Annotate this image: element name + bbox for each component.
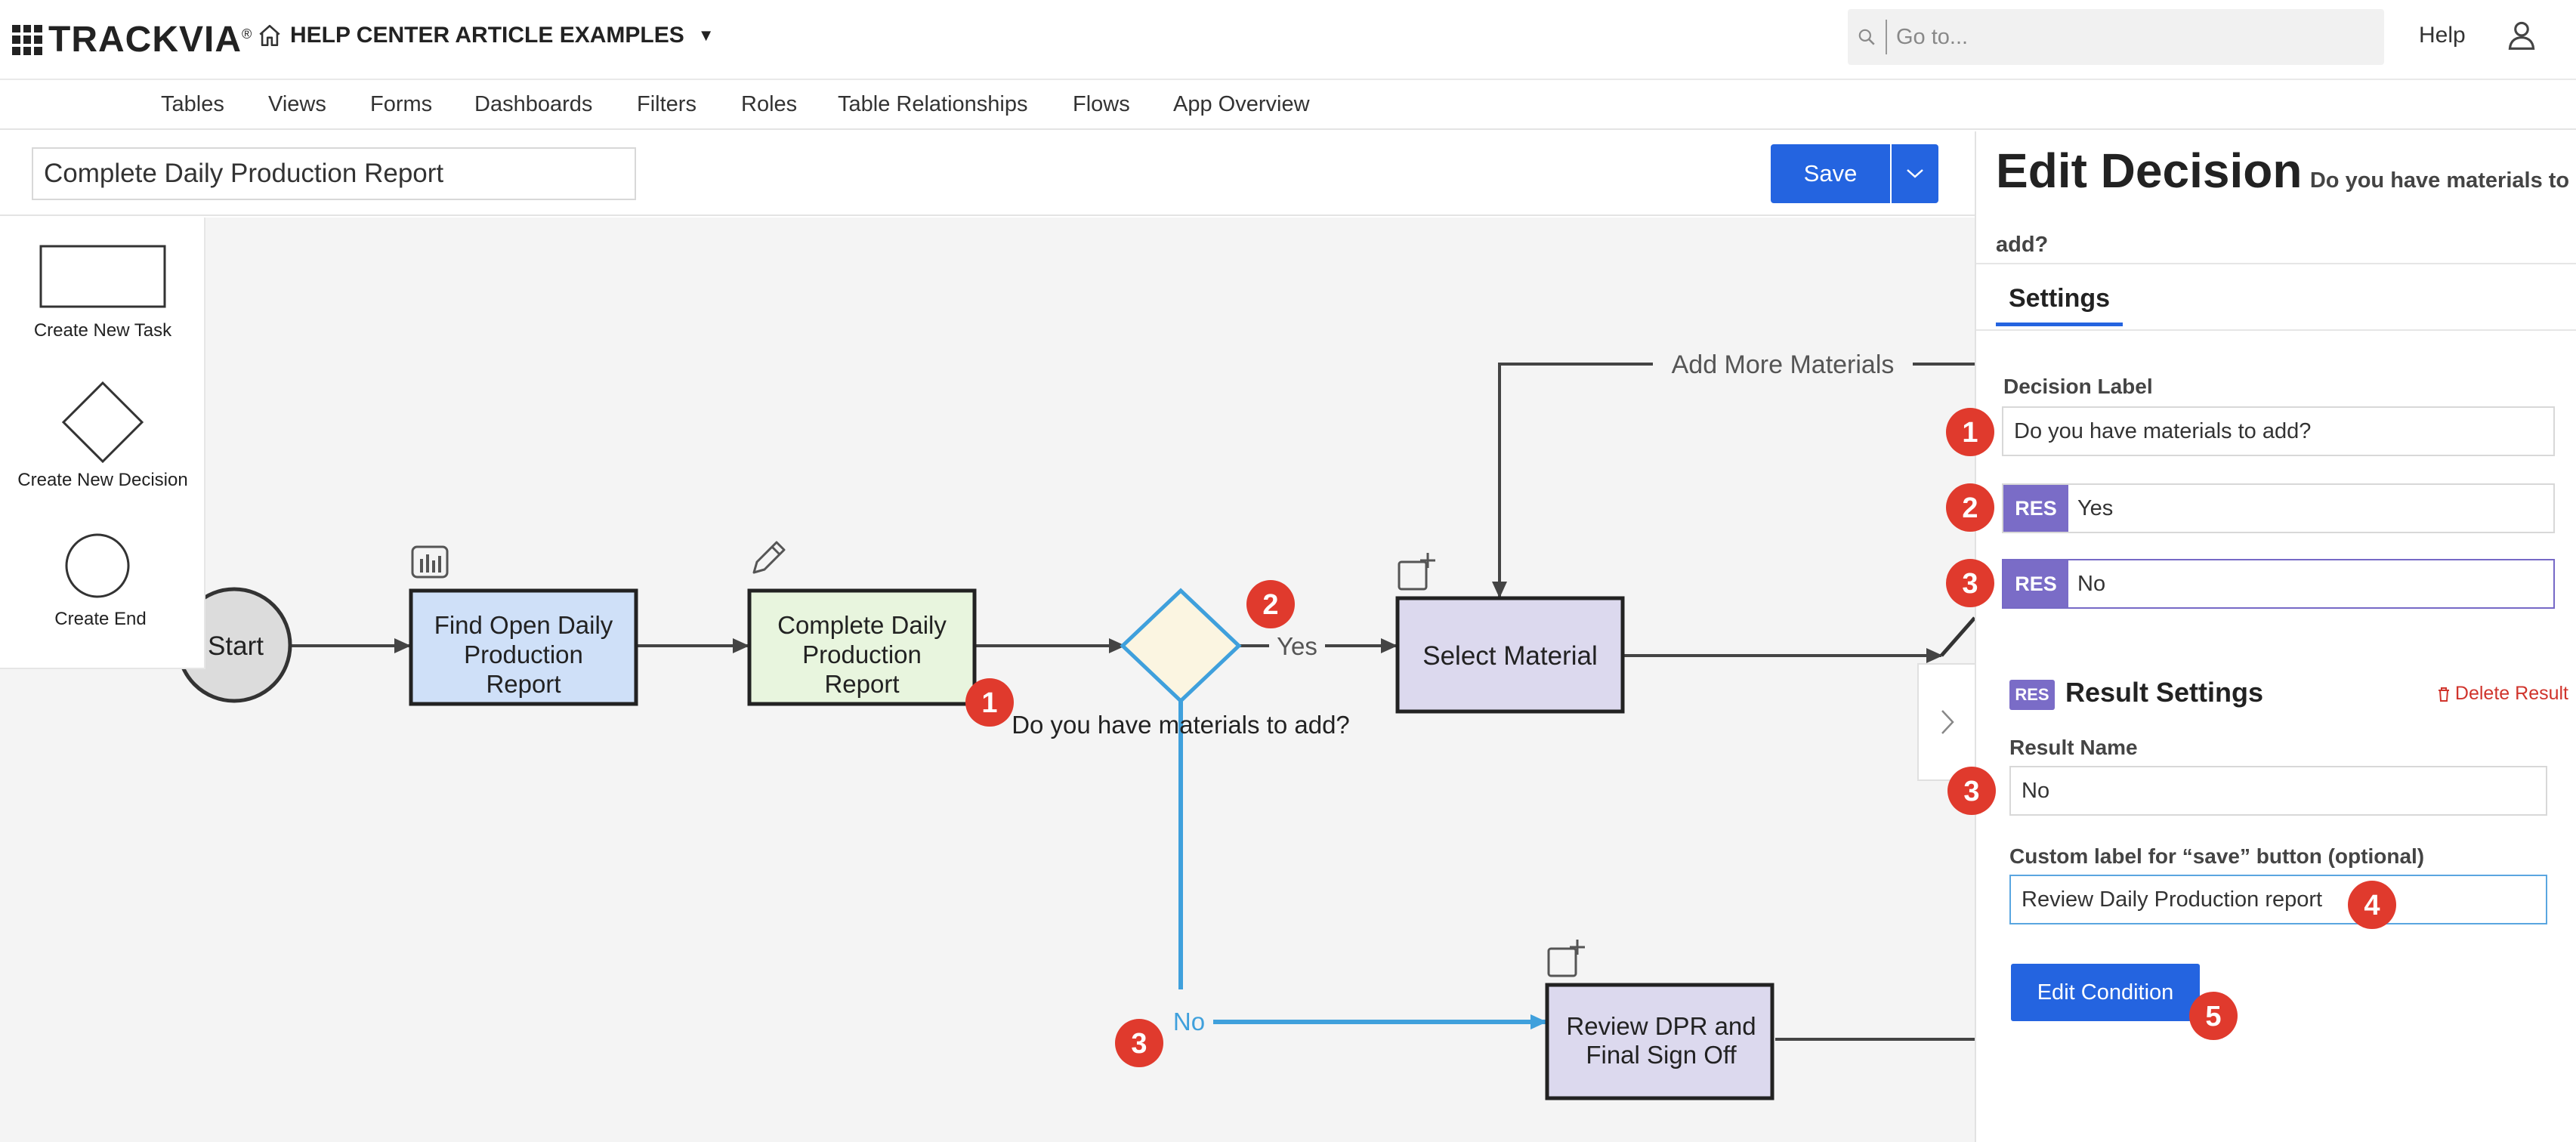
top-bar: TRACKVIA® HELP CENTER ARTICLE EXAMPLES ▼…: [0, 0, 2576, 80]
result-no-input[interactable]: [2068, 560, 2553, 607]
step-marker-2-text: 2: [1262, 589, 1278, 621]
search-box[interactable]: [1848, 9, 2384, 65]
decision-caption: Do you have materials to add?: [1012, 711, 1350, 739]
chevron-down-icon: [1907, 169, 1923, 178]
shape-palette: Create New Task Create New Decision Crea…: [0, 218, 205, 669]
search-separator: [1886, 20, 1887, 54]
user-icon[interactable]: [2505, 18, 2538, 51]
panel-divider: [1976, 329, 2576, 331]
create-end-tool[interactable]: Create End: [0, 532, 205, 630]
panel-heading: Edit Decision: [1996, 144, 2303, 198]
task-shape-icon: [39, 245, 166, 308]
search-icon: [1848, 9, 1886, 65]
result-yes-input[interactable]: [2068, 485, 2553, 532]
logo-text: TRACKVIA®: [48, 20, 253, 60]
create-new-decision-tool[interactable]: Create New Decision: [0, 381, 205, 491]
step-marker-1-text: 1: [981, 687, 997, 719]
pencil-icon: [752, 541, 786, 574]
delete-result-label: Delete Result: [2454, 683, 2568, 704]
nav-views[interactable]: Views: [268, 92, 326, 117]
create-new-task-tool[interactable]: Create New Task: [0, 245, 205, 341]
delete-result-button[interactable]: Delete Result: [2437, 683, 2568, 705]
yes-path-label: Yes: [1277, 632, 1317, 660]
task-find-open-line3: Report: [486, 670, 561, 698]
edit-decision-panel: Edit Decision Do you have materials to a…: [1975, 131, 2576, 1142]
add-more-materials-label: Add More Materials: [1672, 350, 1895, 379]
add-task-icon: [1547, 940, 1585, 977]
nav-flows[interactable]: Flows: [1073, 92, 1130, 117]
help-link[interactable]: Help: [2419, 23, 2466, 48]
create-end-label: Create End: [54, 609, 147, 629]
task-find-open-line2: Production: [464, 640, 583, 668]
panel-divider: [1976, 263, 2576, 264]
nav-app-overview[interactable]: App Overview: [1173, 92, 1310, 117]
result-settings-title: Result Settings: [2065, 677, 2264, 708]
result-settings-section: RES Result Settings Delete Result Result…: [1976, 650, 2576, 1142]
decision-label-caption: Decision Label: [2003, 375, 2153, 398]
app-nav: Tables Views Forms Dashboards Filters Ro…: [0, 82, 2576, 130]
create-new-decision-label: Create New Decision: [17, 470, 188, 490]
trackvia-logo[interactable]: TRACKVIA®: [12, 19, 252, 60]
flow-diagram: Start Find Open Daily Production Report …: [176, 350, 1975, 1100]
create-new-task-label: Create New Task: [33, 320, 172, 341]
report-icon: [411, 545, 449, 579]
nav-roles[interactable]: Roles: [741, 92, 797, 117]
app-switcher[interactable]: HELP CENTER ARTICLE EXAMPLES ▼: [257, 23, 715, 48]
start-label: Start: [208, 631, 264, 661]
flow-canvas[interactable]: Start Find Open Daily Production Report …: [0, 218, 1975, 1142]
result-name-caption: Result Name: [2009, 736, 2138, 759]
home-icon: [259, 24, 280, 47]
no-path-label: No: [1173, 1008, 1205, 1036]
nav-tables[interactable]: Tables: [161, 92, 224, 117]
res-badge: RES: [2003, 485, 2068, 532]
partial-diamond-edge: [1940, 616, 1975, 657]
tab-settings[interactable]: Settings: [1996, 279, 2123, 326]
end-shape-icon: [65, 533, 130, 598]
search-input[interactable]: [1896, 24, 2349, 50]
save-options-button[interactable]: [1892, 144, 1938, 203]
nav-forms[interactable]: Forms: [370, 92, 432, 117]
add-task-icon: [1398, 553, 1435, 591]
custom-save-label-input[interactable]: [2009, 875, 2547, 924]
result-yes-row[interactable]: RES: [2002, 483, 2555, 533]
chevron-right-icon: [1941, 710, 1954, 734]
res-badge: RES: [2003, 560, 2068, 607]
result-no-row[interactable]: RES: [2002, 559, 2555, 609]
decision-node[interactable]: [1120, 588, 1242, 704]
logo-grid-icon: [12, 24, 42, 55]
review-line1: Review DPR and: [1566, 1012, 1756, 1040]
result-name-input[interactable]: [2009, 766, 2547, 816]
task-find-open-line1: Find Open Daily: [434, 611, 613, 639]
flow-name-input[interactable]: [32, 147, 636, 200]
nav-filters[interactable]: Filters: [637, 92, 697, 117]
nav-table-relationships[interactable]: Table Relationships: [838, 92, 1027, 117]
trash-icon: [2438, 687, 2449, 702]
res-badge: RES: [2009, 680, 2055, 710]
step-marker-3-text: 3: [1131, 1028, 1147, 1060]
review-line2: Final Sign Off: [1586, 1041, 1737, 1069]
task-complete-line1: Complete Daily: [777, 611, 947, 639]
task-complete-line2: Production: [802, 640, 922, 668]
panel-title: Edit Decision Do you have materials to a…: [1996, 140, 2570, 279]
nav-dashboards[interactable]: Dashboards: [474, 92, 592, 117]
custom-save-label-caption: Custom label for “save” button (optional…: [2009, 844, 2425, 868]
connector-add-more-a: [1492, 363, 1653, 598]
save-button[interactable]: Save: [1771, 144, 1890, 203]
app-name: HELP CENTER ARTICLE EXAMPLES: [290, 23, 684, 48]
task-complete-line3: Report: [824, 670, 899, 698]
select-material-label: Select Material: [1422, 641, 1597, 671]
decision-shape-icon: [61, 381, 144, 464]
collapse-panel-button[interactable]: [1917, 663, 1976, 781]
caret-down-icon: ▼: [697, 26, 715, 45]
flow-toolbar: Save: [0, 131, 1975, 216]
decision-label-input[interactable]: [2002, 406, 2555, 456]
edit-condition-button[interactable]: Edit Condition: [2011, 964, 2200, 1021]
